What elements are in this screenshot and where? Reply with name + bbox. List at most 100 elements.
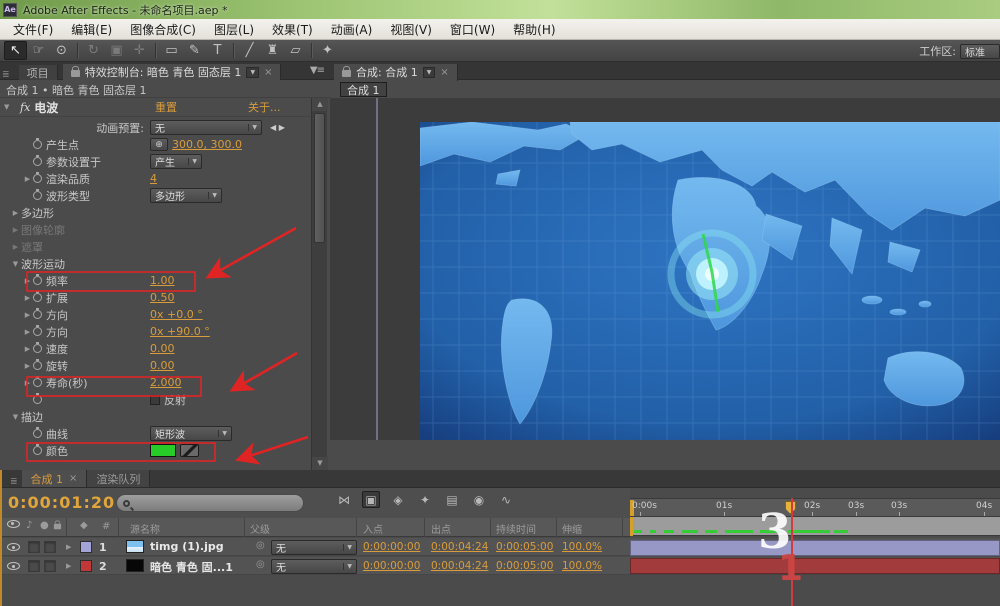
param-value[interactable]: 0.50 xyxy=(150,291,175,304)
param-value[interactable]: 1.00 xyxy=(150,274,175,287)
param-control[interactable] xyxy=(150,444,199,457)
layer-duration-bar[interactable] xyxy=(630,540,1000,556)
twirl-icon[interactable]: ▶ xyxy=(22,345,33,353)
col-parent[interactable]: 父级 xyxy=(250,521,270,536)
param-dropdown[interactable]: 多边形▼ xyxy=(150,188,222,203)
param-control[interactable]: 1.00 xyxy=(150,274,175,287)
twirl-icon[interactable]: ▼ xyxy=(10,413,21,421)
param-control[interactable]: 产生▼ xyxy=(150,154,202,169)
menu-编辑E[interactable]: 编辑(E) xyxy=(62,19,121,40)
param-control[interactable]: 多边形▼ xyxy=(150,188,222,203)
param-control[interactable]: ⊕300.0, 300.0 xyxy=(150,138,242,151)
panel-menu-icon[interactable]: ▼≡ xyxy=(310,65,324,76)
eyedropper-icon[interactable] xyxy=(180,444,199,457)
twirl-icon[interactable]: ▼ xyxy=(10,260,21,268)
param-control[interactable]: 0x +0.0 ° xyxy=(150,308,203,321)
tab-composition[interactable]: 合成: 合成 1 ▼ × xyxy=(334,64,458,81)
work-area-bar[interactable] xyxy=(630,517,1000,536)
param-value[interactable]: 0.00 xyxy=(150,342,175,355)
stretch-value[interactable]: 100.0% xyxy=(562,560,602,572)
layer-visibility-icon[interactable] xyxy=(7,543,20,551)
in-point-value[interactable]: 0:00:00:00 xyxy=(363,541,420,553)
twirl-icon[interactable]: ▶ xyxy=(22,294,33,302)
label-color-chip[interactable] xyxy=(80,560,92,572)
param-dropdown[interactable]: 无▼ xyxy=(150,120,262,135)
duration-value[interactable]: 0:00:05:00 xyxy=(496,560,553,572)
selection-tool-icon[interactable]: ↖ xyxy=(4,41,27,60)
param-control[interactable]: 2.000 xyxy=(150,376,182,389)
scroll-up-icon[interactable]: ▲ xyxy=(312,98,328,111)
comp-viewer[interactable]: ▣ 100 %▼ ✛ ▦ 0:00:01:20 全屏▼ ▭ 有效摄像机▼ xyxy=(330,98,1000,440)
hand-tool-icon[interactable]: ☞ xyxy=(27,41,50,60)
motion-blur-icon[interactable]: ◉ xyxy=(470,491,488,508)
col-source-name[interactable]: 源名称 xyxy=(130,521,160,536)
stopwatch-icon[interactable] xyxy=(33,429,42,438)
param-value[interactable]: 300.0, 300.0 xyxy=(172,138,242,151)
param-value[interactable]: 2.000 xyxy=(150,376,182,389)
zoom-tool-icon[interactable]: ⊙ xyxy=(50,41,73,60)
time-ruler[interactable]: 0:00s01s02s03s03s04s xyxy=(630,498,1000,517)
layer-twirl-icon[interactable]: ▶ xyxy=(66,562,71,570)
frame-blend-layers-icon[interactable]: ▤ xyxy=(443,491,461,508)
layer-duration-bar[interactable] xyxy=(630,558,1000,574)
parent-pickwhip-icon[interactable]: ◎ xyxy=(256,559,265,570)
graph-editor-icon[interactable]: ∿ xyxy=(497,491,515,508)
param-value[interactable]: 0x +90.0 ° xyxy=(150,325,210,338)
duration-value[interactable]: 0:00:05:00 xyxy=(496,541,553,553)
stopwatch-icon[interactable] xyxy=(33,344,42,353)
param-control[interactable]: 0.00 xyxy=(150,342,175,355)
solo-icon[interactable]: ● xyxy=(40,520,49,531)
stretch-value[interactable]: 100.0% xyxy=(562,541,602,553)
tab-project[interactable]: 项目 xyxy=(19,65,58,82)
menu-视图V[interactable]: 视图(V) xyxy=(381,19,441,40)
param-control[interactable]: 4 xyxy=(150,172,157,185)
col-number[interactable]: # xyxy=(102,521,110,532)
audio-icon[interactable]: ♪ xyxy=(26,520,32,531)
twirl-icon[interactable]: ▶ xyxy=(10,226,21,234)
effect-twirl[interactable]: ▼ xyxy=(4,103,16,111)
chevron-down-icon[interactable]: ▼ xyxy=(246,67,259,78)
audio-toggle[interactable] xyxy=(28,560,40,572)
parent-dropdown[interactable]: 无▼ xyxy=(271,540,357,555)
parent-dropdown[interactable]: 无▼ xyxy=(271,559,357,574)
rectangle-tool-icon[interactable]: ▭ xyxy=(160,41,183,60)
panel-grip[interactable]: ≣ xyxy=(10,477,18,487)
menu-帮助H[interactable]: 帮助(H) xyxy=(504,19,564,40)
close-icon[interactable]: × xyxy=(69,473,77,484)
stopwatch-icon[interactable] xyxy=(33,174,42,183)
out-point-value[interactable]: 0:00:04:24 xyxy=(431,560,488,572)
fx-badge-icon[interactable]: fx xyxy=(20,101,30,114)
puppet-pin-tool-icon[interactable]: ✦ xyxy=(316,41,339,60)
stopwatch-icon[interactable] xyxy=(33,293,42,302)
twirl-icon[interactable]: ▶ xyxy=(22,277,33,285)
solo-toggle[interactable] xyxy=(44,560,56,572)
param-value[interactable]: 4 xyxy=(150,172,157,185)
stopwatch-icon[interactable] xyxy=(33,327,42,336)
about-link[interactable]: 关于... xyxy=(248,99,281,115)
menu-动画A[interactable]: 动画(A) xyxy=(322,19,382,40)
stopwatch-icon[interactable] xyxy=(33,378,42,387)
close-icon[interactable]: × xyxy=(264,67,272,78)
stopwatch-icon[interactable] xyxy=(33,140,42,149)
menu-图像合成C[interactable]: 图像合成(C) xyxy=(121,19,205,40)
param-dropdown[interactable]: 产生▼ xyxy=(150,154,202,169)
param-control[interactable]: 0.00 xyxy=(150,359,175,372)
frame-blend-icon[interactable]: ⋈ xyxy=(335,491,353,508)
close-icon[interactable]: × xyxy=(440,67,448,78)
lock-column-icon[interactable] xyxy=(53,520,62,533)
param-value[interactable]: 0x +0.0 ° xyxy=(150,308,203,321)
parent-pickwhip-icon[interactable]: ◎ xyxy=(256,540,265,551)
clone-stamp-tool-icon[interactable]: ♜ xyxy=(261,41,284,60)
param-dropdown[interactable]: 矩形波▼ xyxy=(150,426,232,441)
live-update-icon[interactable]: ▣ xyxy=(362,491,380,508)
audio-toggle[interactable] xyxy=(28,541,40,553)
eraser-tool-icon[interactable]: ▱ xyxy=(284,41,307,60)
label-color-chip[interactable] xyxy=(80,541,92,553)
scroll-down-icon[interactable]: ▼ xyxy=(312,457,328,470)
draft-3d-icon[interactable]: ◈ xyxy=(389,491,407,508)
twirl-icon[interactable]: ▶ xyxy=(22,328,33,336)
param-control[interactable]: 矩形波▼ xyxy=(150,426,232,441)
stopwatch-icon[interactable] xyxy=(33,361,42,370)
comp-name-button[interactable]: 合成 1 xyxy=(340,82,387,97)
reset-link[interactable]: 重置 xyxy=(155,99,177,115)
